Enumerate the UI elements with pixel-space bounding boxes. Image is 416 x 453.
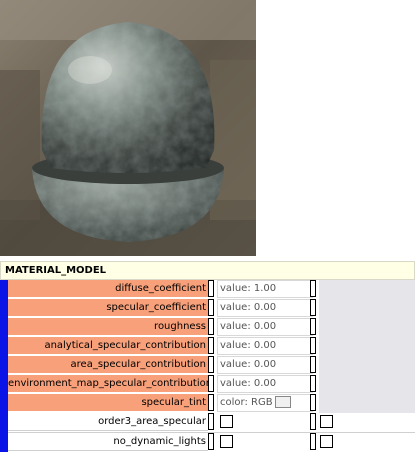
- parameter-row-specular-coefficient: specular_coefficient value: 0.00: [8, 299, 415, 318]
- row-handle[interactable]: [208, 280, 214, 297]
- flag-row-no-dynamic-lights: no_dynamic_lights: [8, 433, 415, 452]
- parameter-label: environment_map_specular_contribution: [8, 375, 208, 393]
- parameter-row-roughness: roughness value: 0.00: [8, 318, 415, 337]
- parameter-value-field[interactable]: value: 1.00: [217, 280, 313, 298]
- flag-row-order3-area-specular: order3_area_specular: [8, 413, 415, 432]
- row-handle[interactable]: [310, 299, 316, 316]
- row-handle[interactable]: [310, 375, 316, 392]
- color-value-text: color: RGB: [220, 397, 273, 408]
- parameter-row-analytical-specular-contribution: analytical_specular_contribution value: …: [8, 337, 415, 356]
- flag-label: order3_area_specular: [8, 413, 208, 431]
- parameter-row-diffuse-coefficient: diffuse_coefficient value: 1.00: [8, 280, 415, 299]
- row-handle[interactable]: [310, 394, 316, 411]
- parameter-row-environment-map-specular-contribution: environment_map_specular_contribution va…: [8, 375, 415, 394]
- row-handle[interactable]: [208, 299, 214, 316]
- color-value-field[interactable]: color: RGB: [217, 394, 313, 412]
- row-handle[interactable]: [208, 318, 214, 335]
- parameter-label: area_specular_contribution: [8, 356, 208, 374]
- material-preview-image: [0, 0, 256, 256]
- row-handle[interactable]: [208, 413, 214, 430]
- row-handle[interactable]: [310, 413, 316, 430]
- sphere-preview: [0, 0, 256, 256]
- parameter-label: roughness: [8, 318, 208, 336]
- flag-checkbox[interactable]: [320, 435, 333, 448]
- parameter-label: analytical_specular_contribution: [8, 337, 208, 355]
- flag-checkbox[interactable]: [220, 415, 233, 428]
- row-handle[interactable]: [310, 280, 316, 297]
- flag-checkbox[interactable]: [320, 415, 333, 428]
- parameter-row-area-specular-contribution: area_specular_contribution value: 0.00: [8, 356, 415, 375]
- parameter-label: diffuse_coefficient: [8, 280, 208, 298]
- parameter-label: specular_tint: [8, 394, 208, 412]
- parameter-value-field[interactable]: value: 0.00: [217, 337, 313, 355]
- parameter-value-field[interactable]: value: 0.00: [217, 356, 313, 374]
- flag-checkbox[interactable]: [220, 435, 233, 448]
- parameter-value-field[interactable]: value: 0.00: [217, 318, 313, 336]
- color-swatch-button[interactable]: [274, 396, 291, 408]
- row-handle[interactable]: [208, 394, 214, 411]
- parameter-value-field[interactable]: value: 0.00: [217, 375, 313, 393]
- row-handle[interactable]: [310, 337, 316, 354]
- row-handle[interactable]: [208, 375, 214, 392]
- row-handle[interactable]: [310, 356, 316, 373]
- material-model-panel: MATERIAL_MODEL diffuse_coefficient value…: [0, 261, 415, 453]
- parameter-label: specular_coefficient: [8, 299, 208, 317]
- parameter-row-specular-tint: specular_tint color: RGB: [8, 394, 415, 413]
- section-indicator-bar: [0, 280, 8, 452]
- row-handle[interactable]: [310, 318, 316, 335]
- flag-label: no_dynamic_lights: [8, 433, 208, 451]
- row-handle[interactable]: [208, 337, 214, 354]
- parameter-value-field[interactable]: value: 0.00: [217, 299, 313, 317]
- row-handle[interactable]: [208, 356, 214, 373]
- panel-title: MATERIAL_MODEL: [0, 261, 415, 280]
- row-handle[interactable]: [310, 433, 316, 450]
- row-handle[interactable]: [208, 433, 214, 450]
